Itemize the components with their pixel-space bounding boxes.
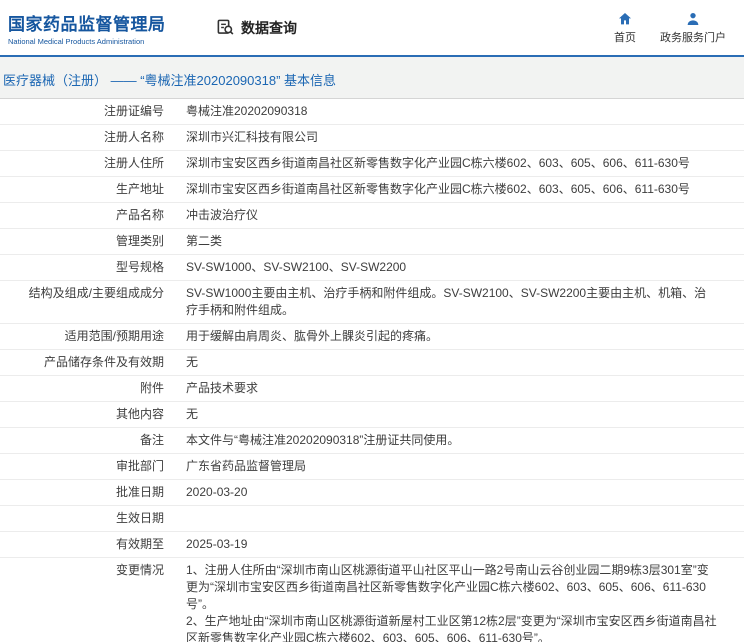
row-value: 无 [186, 407, 199, 421]
nav-gov-portal-label: 政务服务门户 [660, 31, 726, 44]
org-name-en: National Medical Products Administration [8, 36, 145, 46]
row-value [178, 506, 744, 531]
row-value: 1、注册人住所由“深圳市南山区桃源街道平山社区平山一路2号南山云谷创业园二期9栋… [186, 563, 717, 642]
row-label: 适用范围/预期用途 [64, 329, 164, 343]
row-label: 注册人名称 [103, 130, 164, 144]
row-value: 粤械注准20202090318 [186, 104, 308, 118]
document-search-icon [216, 18, 235, 37]
data-query-label: 数据查询 [241, 19, 297, 36]
table-row: 变更情况 1、注册人住所由“深圳市南山区桃源街道平山社区平山一路2号南山云谷创业园… [0, 558, 744, 642]
row-value: 深圳市宝安区西乡街道南昌社区新零售数字化产业园C栋六楼602、603、605、6… [186, 156, 690, 170]
row-label: 注册证编号 [103, 104, 164, 118]
page-title: 医疗器械（注册） —— “粤械注准20202090318” 基本信息 [0, 57, 744, 99]
nav-gov-portal[interactable]: 政务服务门户 [660, 11, 726, 45]
row-label: 备注 [139, 433, 164, 447]
table-row: 附件 产品技术要求 [0, 376, 744, 402]
row-label: 有效期至 [115, 537, 164, 551]
table-row: 生产地址 深圳市宝安区西乡街道南昌社区新零售数字化产业园C栋六楼602、603、6… [0, 177, 744, 203]
site-header: 国家药品监督管理局 National Medical Products Admi… [0, 0, 744, 57]
row-value: SV-SW1000、SV-SW2100、SV-SW2200 [186, 260, 407, 274]
table-row: 注册人住所 深圳市宝安区西乡街道南昌社区新零售数字化产业园C栋六楼602、603、… [0, 151, 744, 177]
table-row: 生效日期 [0, 506, 744, 532]
info-table: 注册证编号 粤械注准20202090318 注册人名称 深圳市兴汇科技有限公司注册人住… [0, 99, 744, 642]
row-label: 管理类别 [115, 234, 164, 248]
row-value: SV-SW1000主要由主机、治疗手柄和附件组成。SV-SW2100、SV-SW… [186, 286, 707, 317]
table-row: 型号规格 SV-SW1000、SV-SW2100、SV-SW2200 [0, 255, 744, 281]
table-row: 备注 本文件与“粤械注准20202090318”注册证共同使用。 [0, 428, 744, 454]
user-icon [685, 11, 701, 27]
table-row: 有效期至 2025-03-19 [0, 532, 744, 558]
row-value: 本文件与“粤械注准20202090318”注册证共同使用。 [186, 433, 460, 447]
row-label: 变更情况 [115, 563, 164, 577]
header-nav: 首页 政务服务门户 [614, 11, 734, 45]
row-label: 产品名称 [115, 208, 164, 222]
row-label: 批准日期 [115, 485, 164, 499]
row-label: 结构及组成/主要组成成分 [28, 286, 164, 300]
row-label: 注册人住所 [103, 156, 164, 170]
table-row: 批准日期 2020-03-20 [0, 480, 744, 506]
data-query-tab[interactable]: 数据查询 [216, 18, 297, 38]
table-row: 结构及组成/主要组成成分 SV-SW1000主要由主机、治疗手柄和附件组成。SV-… [0, 281, 744, 324]
row-value: 第二类 [186, 234, 223, 248]
row-value: 广东省药品监督管理局 [186, 459, 307, 473]
row-label: 生产地址 [115, 182, 164, 196]
row-value: 2020-03-20 [186, 485, 248, 499]
row-label: 产品储存条件及有效期 [43, 355, 164, 369]
row-value: 2025-03-19 [186, 537, 248, 551]
site-brand: 国家药品监督管理局 National Medical Products Admi… [8, 10, 204, 46]
row-value: 深圳市兴汇科技有限公司 [186, 130, 319, 144]
row-value: 用于缓解由肩周炎、肱骨外上髁炎引起的疼痛。 [186, 329, 439, 343]
row-value: 无 [186, 355, 199, 369]
nav-home[interactable]: 首页 [614, 11, 636, 45]
table-row: 管理类别 第二类 [0, 229, 744, 255]
row-label: 附件 [139, 381, 164, 395]
row-label: 型号规格 [115, 260, 164, 274]
table-row: 注册证编号 粤械注准20202090318 [0, 99, 744, 125]
table-row: 注册人名称 深圳市兴汇科技有限公司 [0, 125, 744, 151]
table-row: 适用范围/预期用途 用于缓解由肩周炎、肱骨外上髁炎引起的疼痛。 [0, 324, 744, 350]
row-value: 冲击波治疗仪 [186, 208, 259, 222]
table-row: 产品名称 冲击波治疗仪 [0, 203, 744, 229]
nav-home-label: 首页 [614, 31, 636, 44]
table-row: 产品储存条件及有效期 无 [0, 350, 744, 376]
row-label: 审批部门 [115, 459, 164, 473]
row-value: 产品技术要求 [186, 381, 259, 395]
table-row: 审批部门 广东省药品监督管理局 [0, 454, 744, 480]
table-row: 其他内容 无 [0, 402, 744, 428]
home-icon [617, 11, 633, 27]
row-label: 生效日期 [115, 511, 164, 525]
row-label: 其他内容 [115, 407, 164, 421]
org-name-cn: 国家药品监督管理局 [8, 14, 166, 34]
row-value: 深圳市宝安区西乡街道南昌社区新零售数字化产业园C栋六楼602、603、605、6… [186, 182, 690, 196]
